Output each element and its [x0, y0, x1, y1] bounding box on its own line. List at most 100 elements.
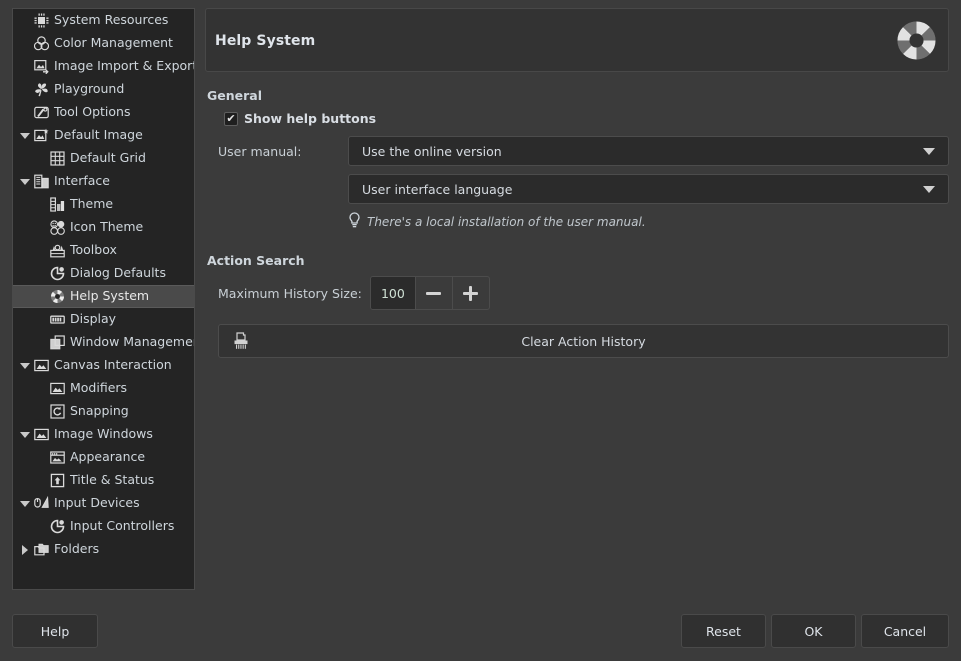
expander-spacer [33, 515, 49, 538]
sidebar-item-canvas-interaction[interactable]: Canvas Interaction [13, 354, 194, 377]
user-manual-row: User manual: Use the online version [205, 136, 949, 166]
sidebar-item-label: Playground [54, 83, 124, 96]
display-icon [49, 311, 66, 328]
sidebar-item-label: Title & Status [70, 474, 154, 487]
toolbox-icon [49, 242, 66, 259]
sidebar-item-label: Appearance [70, 451, 145, 464]
folders-icon [33, 541, 50, 558]
sidebar-item-modifiers[interactable]: Modifiers [13, 377, 194, 400]
sidebar-item-snapping[interactable]: Snapping [13, 400, 194, 423]
user-manual-dropdown[interactable]: Use the online version [348, 136, 949, 166]
show-help-buttons-label: Show help buttons [244, 111, 376, 126]
input-devices-icon [33, 495, 50, 512]
ok-button[interactable]: OK [771, 614, 856, 648]
sidebar-item-label: Help System [70, 290, 149, 303]
sidebar-item-input-devices[interactable]: Input Devices [13, 492, 194, 515]
max-history-label: Maximum History Size: [218, 286, 362, 301]
max-history-increment-button[interactable] [452, 277, 489, 309]
appearance-icon [49, 449, 66, 466]
tool-options-icon [33, 104, 50, 121]
expander-spacer [17, 78, 33, 101]
sidebar-item-default-image[interactable]: Default Image [13, 124, 194, 147]
max-history-stepper[interactable]: 100 [370, 276, 490, 310]
expander-spacer [33, 469, 49, 492]
canvas-icon [33, 426, 50, 443]
dialog-footer: Help Reset OK Cancel [0, 600, 961, 661]
sidebar-item-label: Image Windows [54, 428, 153, 441]
sidebar-item-appearance[interactable]: Appearance [13, 446, 194, 469]
sidebar-item-label: Folders [54, 543, 99, 556]
lightbulb-icon [348, 212, 361, 231]
checkmark-icon: ✔ [226, 113, 235, 124]
sidebar-item-title-status[interactable]: Title & Status [13, 469, 194, 492]
show-help-buttons-row[interactable]: ✔ Show help buttons [224, 111, 949, 126]
sidebar-item-label: Default Grid [70, 152, 146, 165]
sidebar-item-interface[interactable]: Interface [13, 170, 194, 193]
reset-button[interactable]: Reset [681, 614, 766, 648]
cancel-button[interactable]: Cancel [861, 614, 949, 648]
clear-action-history-label: Clear Action History [521, 334, 645, 349]
sidebar-item-label: Window Management [70, 336, 195, 349]
dialog-defaults-icon [49, 518, 66, 535]
chevron-down-icon[interactable] [17, 354, 33, 377]
chevron-right-icon[interactable] [17, 538, 33, 561]
default-image-icon [33, 127, 50, 144]
sidebar-item-image-import-export[interactable]: Image Import & Export [13, 55, 194, 78]
sidebar-item-default-grid[interactable]: Default Grid [13, 147, 194, 170]
sidebar-item-label: Toolbox [70, 244, 117, 257]
snapping-icon [49, 403, 66, 420]
interface-icon [33, 173, 50, 190]
chip-icon [33, 12, 50, 29]
chevron-down-icon[interactable] [17, 170, 33, 193]
sidebar-item-label: Icon Theme [70, 221, 143, 234]
sidebar-item-theme[interactable]: Theme [13, 193, 194, 216]
sidebar-item-toolbox[interactable]: Toolbox [13, 239, 194, 262]
chevron-down-icon[interactable] [17, 124, 33, 147]
chevron-down-icon[interactable] [17, 492, 33, 515]
expander-spacer [33, 446, 49, 469]
expander-spacer [33, 262, 49, 285]
expander-spacer [17, 101, 33, 124]
chevron-down-icon [923, 186, 935, 193]
sidebar-item-icon-theme[interactable]: Icon Theme [13, 216, 194, 239]
sidebar-item-folders[interactable]: Folders [13, 538, 194, 561]
user-manual-value: Use the online version [362, 144, 502, 159]
sidebar-item-display[interactable]: Display [13, 308, 194, 331]
expander-spacer [33, 400, 49, 423]
sidebar-item-label: Dialog Defaults [70, 267, 166, 280]
color-circles-icon [33, 35, 50, 52]
sidebar-item-playground[interactable]: Playground [13, 78, 194, 101]
sidebar-item-label: Modifiers [70, 382, 127, 395]
max-history-value[interactable]: 100 [371, 277, 416, 309]
sidebar-item-help-system[interactable]: Help System [13, 285, 194, 308]
language-dropdown[interactable]: User interface language [348, 174, 949, 204]
chevron-down-icon [923, 148, 935, 155]
help-button[interactable]: Help [12, 614, 98, 648]
sidebar-item-dialog-defaults[interactable]: Dialog Defaults [13, 262, 194, 285]
windows-icon [49, 334, 66, 351]
expander-spacer [33, 193, 49, 216]
preferences-sidebar[interactable]: System Resources Color Management Image … [12, 8, 195, 590]
canvas-icon [33, 357, 50, 374]
modifiers-icon [49, 380, 66, 397]
clear-action-history-button[interactable]: Clear Action History [218, 324, 949, 358]
user-manual-hint-text: There's a local installation of the user… [367, 215, 646, 229]
show-help-buttons-checkbox[interactable]: ✔ [224, 112, 238, 126]
sidebar-item-window-management[interactable]: Window Management [13, 331, 194, 354]
minus-icon [426, 292, 441, 295]
page-header: Help System [205, 8, 949, 72]
sidebar-item-color-management[interactable]: Color Management [13, 32, 194, 55]
sidebar-item-label: System Resources [54, 14, 168, 27]
sidebar-item-image-windows[interactable]: Image Windows [13, 423, 194, 446]
sidebar-item-system-resources[interactable]: System Resources [13, 9, 194, 32]
chevron-down-icon[interactable] [17, 423, 33, 446]
expander-spacer [33, 239, 49, 262]
max-history-decrement-button[interactable] [416, 277, 452, 309]
expander-spacer [33, 377, 49, 400]
sidebar-item-label: Input Controllers [70, 520, 174, 533]
dialog-defaults-icon [49, 265, 66, 282]
expander-spacer [33, 331, 49, 354]
sidebar-item-tool-options[interactable]: Tool Options [13, 101, 194, 124]
expander-spacer [17, 32, 33, 55]
sidebar-item-input-controllers[interactable]: Input Controllers [13, 515, 194, 538]
